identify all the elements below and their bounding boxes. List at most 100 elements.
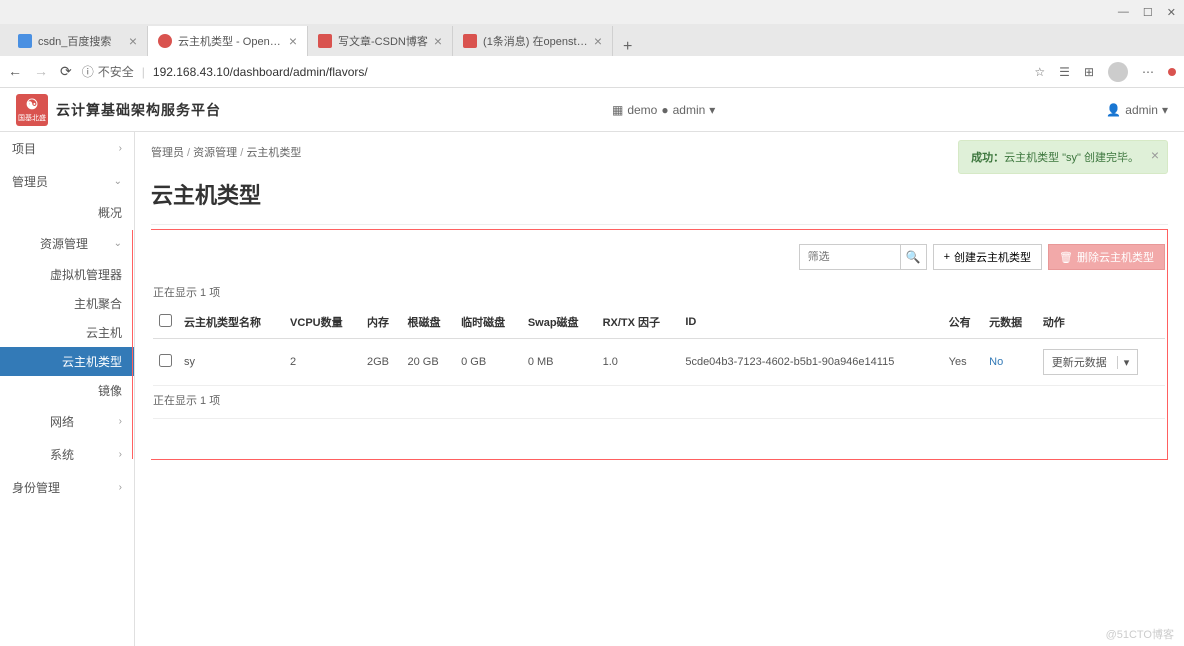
sidebar-item-admin[interactable]: 管理员⌄ — [0, 165, 134, 198]
cell-swap: 0 MB — [522, 339, 597, 386]
favicon-icon — [158, 34, 172, 48]
chevron-down-icon: ⌄ — [114, 238, 122, 249]
watermark: @51CTO博客 — [1106, 626, 1174, 642]
chevron-down-icon[interactable]: ▾ — [1117, 356, 1130, 369]
address-bar[interactable]: ⓘ 不安全 | 192.168.43.10/dashboard/admin/fl… — [82, 63, 1025, 80]
cell-meta-link[interactable]: No — [983, 339, 1037, 386]
favicon-icon — [463, 34, 477, 48]
insecure-icon: ⓘ 不安全 — [82, 63, 134, 80]
sidebar-item-images[interactable]: 镜像 — [0, 376, 134, 405]
trash-icon: 🗑 — [1059, 251, 1073, 264]
tab-close-icon[interactable]: × — [289, 33, 297, 49]
browser-tab[interactable]: 云主机类型 - OpenStack Dashbo × — [148, 26, 308, 56]
project-selector[interactable]: ▦ demo ● admin ▾ — [612, 103, 715, 117]
sidebar-item-project[interactable]: 项目› — [0, 132, 134, 165]
search-icon[interactable]: 🔍 — [900, 245, 926, 269]
sidebar-item-overview[interactable]: 概况 — [0, 198, 134, 227]
profile-avatar[interactable] — [1108, 62, 1128, 82]
cell-public: Yes — [943, 339, 984, 386]
col-name[interactable]: 云主机类型名称 — [178, 306, 284, 339]
sidebar-item-hypervisor[interactable]: 虚拟机管理器 — [0, 260, 134, 289]
page-title: 云主机类型 — [151, 172, 1168, 225]
window-title-bar: — ☐ ✕ — [0, 0, 1184, 24]
chevron-right-icon: › — [119, 416, 122, 427]
maximize-icon[interactable]: ☐ — [1143, 6, 1153, 19]
cell-root: 20 GB — [402, 339, 456, 386]
sidebar: 项目› 管理员⌄ 概况 资源管理⌄ 虚拟机管理器 主机聚合 云主机 云主机类型 … — [0, 132, 135, 646]
plus-icon: + — [944, 251, 950, 263]
chevron-down-icon: ▾ — [1162, 103, 1168, 117]
browser-tab[interactable]: 写文章-CSDN博客 × — [308, 26, 453, 56]
refresh-icon[interactable]: ⟳ — [60, 63, 72, 80]
col-rxtx[interactable]: RX/TX 因子 — [597, 306, 680, 339]
alert-close-icon[interactable]: × — [1151, 147, 1159, 163]
close-window-icon[interactable]: ✕ — [1167, 6, 1176, 19]
cell-name: sy — [178, 339, 284, 386]
tab-title: 云主机类型 - OpenStack Dashbo — [178, 33, 283, 49]
col-swap[interactable]: Swap磁盘 — [522, 306, 597, 339]
col-public[interactable]: 公有 — [943, 306, 984, 339]
table-row: sy 2 2GB 20 GB 0 GB 0 MB 1.0 5cde04b3-71… — [153, 339, 1165, 386]
star-icon[interactable]: ☆ — [1034, 65, 1045, 79]
folder-icon: ▦ — [612, 103, 623, 117]
tab-close-icon[interactable]: × — [129, 33, 137, 49]
cell-id: 5cde04b3-7123-4602-b5b1-90a946e14115 — [679, 339, 942, 386]
filter-box: 🔍 — [799, 244, 927, 270]
extension-icon[interactable]: ⊞ — [1084, 65, 1094, 79]
col-mem[interactable]: 内存 — [361, 306, 402, 339]
app-title: 云计算基础架构服务平台 — [56, 100, 221, 120]
success-alert: 成功：云主机类型 "sy" 创建完毕。 × — [958, 140, 1168, 174]
favicon-icon — [18, 34, 32, 48]
filter-input[interactable] — [800, 251, 900, 263]
browser-tab[interactable]: csdn_百度搜索 × — [8, 26, 148, 56]
showing-count-top: 正在显示 1 项 — [153, 278, 1165, 306]
sidebar-item-network[interactable]: 网络› — [0, 405, 134, 438]
create-flavor-button[interactable]: +创建云主机类型 — [933, 244, 1042, 270]
menu-icon[interactable]: ⋯ — [1142, 65, 1154, 79]
notification-dot-icon[interactable] — [1168, 68, 1176, 76]
chevron-right-icon: › — [119, 143, 122, 154]
tab-title: csdn_百度搜索 — [38, 33, 123, 49]
bookmarks-icon[interactable]: ☰ — [1059, 65, 1070, 79]
sidebar-item-instances[interactable]: 云主机 — [0, 318, 134, 347]
sidebar-item-resource[interactable]: 资源管理⌄ — [0, 227, 134, 260]
sidebar-item-identity[interactable]: 身份管理› — [0, 471, 134, 504]
forward-icon[interactable]: → — [34, 63, 48, 80]
col-vcpu[interactable]: VCPU数量 — [284, 306, 361, 339]
browser-tab[interactable]: (1条消息) 在openstack云平台中 × — [453, 26, 613, 56]
user-menu[interactable]: 👤 admin ▾ — [1106, 103, 1168, 117]
col-root[interactable]: 根磁盘 — [402, 306, 456, 339]
sidebar-item-system[interactable]: 系统› — [0, 438, 134, 471]
chevron-right-icon: › — [119, 482, 122, 493]
chevron-down-icon: ⌄ — [114, 176, 122, 187]
back-icon[interactable]: ← — [8, 63, 22, 80]
tab-close-icon[interactable]: × — [434, 33, 442, 49]
new-tab-button[interactable]: + — [613, 38, 642, 56]
logo: ☯ 国基北盛 — [16, 94, 48, 126]
showing-count-bottom: 正在显示 1 项 — [153, 386, 1165, 419]
col-meta[interactable]: 元数据 — [983, 306, 1037, 339]
action-bar: 🔍 +创建云主机类型 🗑删除云主机类型 — [153, 230, 1165, 278]
chevron-right-icon: › — [119, 449, 122, 460]
cell-vcpu: 2 — [284, 339, 361, 386]
bullet-icon: ● — [661, 103, 668, 117]
cell-eph: 0 GB — [455, 339, 522, 386]
sidebar-item-flavors[interactable]: 云主机类型 — [0, 347, 134, 376]
col-eph[interactable]: 临时磁盘 — [455, 306, 522, 339]
col-action: 动作 — [1037, 306, 1165, 339]
sidebar-item-aggregates[interactable]: 主机聚合 — [0, 289, 134, 318]
favicon-icon — [318, 34, 332, 48]
flavors-table: 云主机类型名称 VCPU数量 内存 根磁盘 临时磁盘 Swap磁盘 RX/TX … — [153, 306, 1165, 386]
minimize-icon[interactable]: — — [1118, 6, 1129, 19]
chevron-down-icon: ▾ — [709, 103, 715, 117]
main-content: 成功：云主机类型 "sy" 创建完毕。 × 管理员 / 资源管理 / 云主机类型… — [135, 132, 1184, 646]
select-all-checkbox[interactable] — [159, 314, 172, 327]
row-checkbox[interactable] — [159, 354, 172, 367]
user-icon: 👤 — [1106, 103, 1121, 117]
browser-nav-bar: ← → ⟳ ⓘ 不安全 | 192.168.43.10/dashboard/ad… — [0, 56, 1184, 88]
row-action-button[interactable]: 更新元数据 ▾ — [1043, 349, 1139, 375]
col-id[interactable]: ID — [679, 306, 942, 339]
cell-mem: 2GB — [361, 339, 402, 386]
delete-flavor-button[interactable]: 🗑删除云主机类型 — [1048, 244, 1165, 270]
tab-close-icon[interactable]: × — [594, 33, 602, 49]
